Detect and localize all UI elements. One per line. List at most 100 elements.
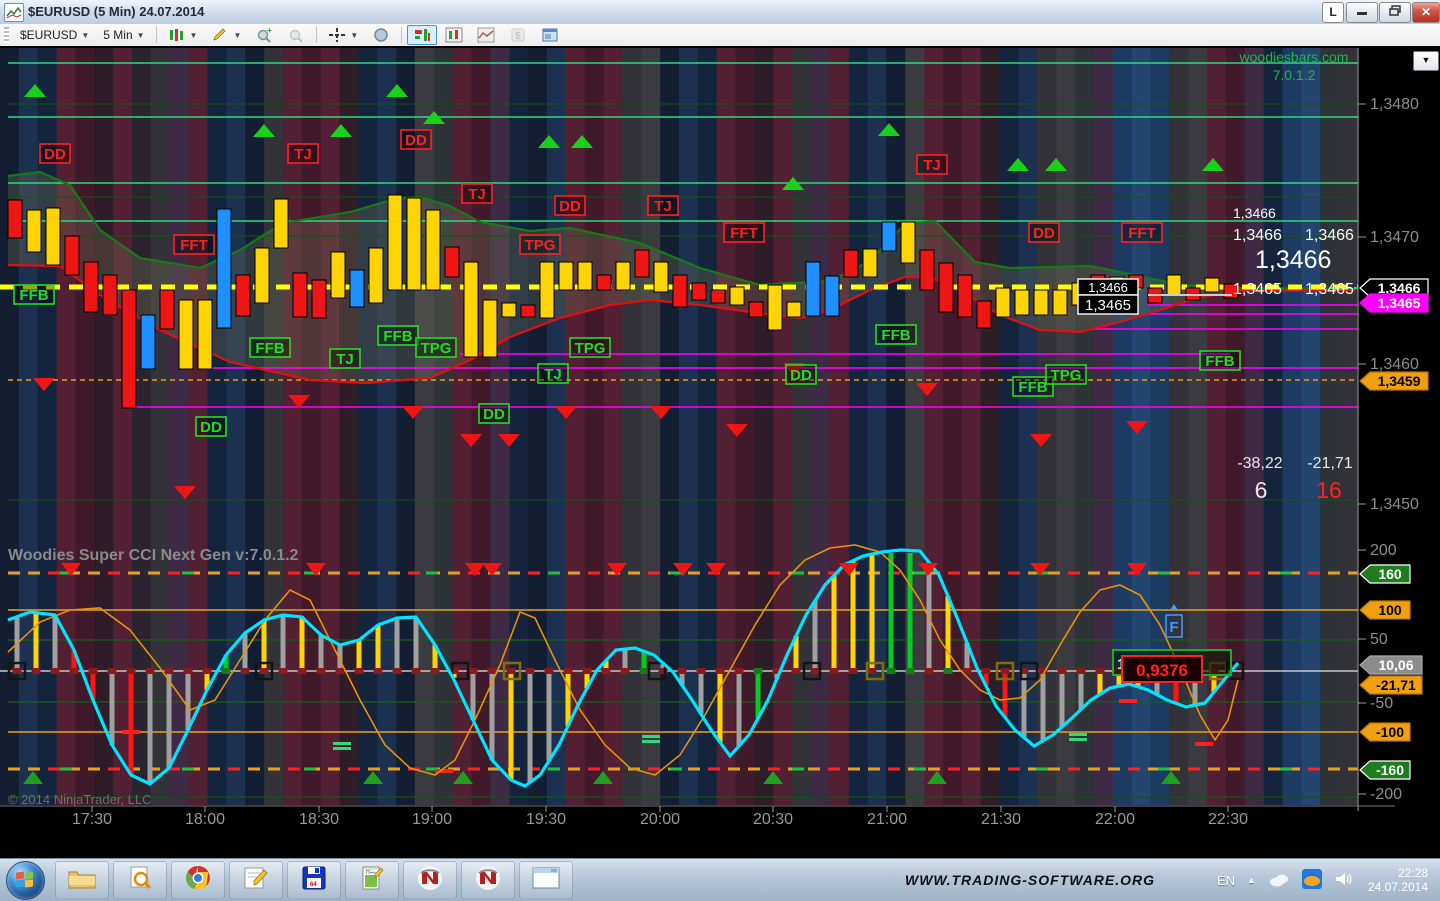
- cci-histogram-bar: [889, 553, 894, 671]
- background-stripe: [604, 48, 623, 805]
- cci-zero-square: [488, 668, 497, 674]
- taskbar-app-ninjatrader-2[interactable]: [461, 861, 515, 899]
- candle: [274, 199, 288, 248]
- candle: [540, 262, 554, 318]
- background-stripe: [641, 48, 660, 805]
- chart-toolbar: $EURUSD▼ 5 Min▼ ▼ ▼ + ▼ $: [0, 24, 1440, 47]
- cci-zero-square: [146, 668, 155, 674]
- taskbar-app-chrome[interactable]: [171, 861, 225, 899]
- time-axis-label: 22:30: [1208, 811, 1248, 828]
- zoom-out-button[interactable]: [281, 25, 311, 45]
- tray-expand-icon[interactable]: ▲: [1247, 875, 1256, 885]
- language-indicator[interactable]: EN: [1217, 873, 1235, 888]
- time-axis-label: 19:00: [412, 811, 452, 828]
- lock-button[interactable]: L: [1322, 2, 1344, 23]
- cci-zero-square: [887, 668, 896, 674]
- cci-histogram-bar: [34, 613, 39, 671]
- cloud-icon[interactable]: [1268, 871, 1290, 890]
- chevron-down-icon: ▼: [81, 31, 89, 40]
- background-stripe: [792, 48, 811, 805]
- background-stripe: [1301, 48, 1320, 805]
- start-button[interactable]: [6, 861, 45, 900]
- price-readout: 1,3466: [1305, 227, 1354, 244]
- background-stripe: [660, 48, 679, 805]
- cci-red-value: 0,9376: [1136, 661, 1188, 680]
- time-axis-label: 18:30: [299, 811, 339, 828]
- candle: [426, 210, 440, 290]
- taskbar-app-search[interactable]: [113, 861, 167, 899]
- system-tray: EN ▲ 22:28 24.07.2014: [1211, 859, 1436, 901]
- chart-type-line-button[interactable]: [471, 25, 501, 45]
- cci-zero-square: [89, 668, 98, 674]
- folder-icon: [67, 866, 97, 895]
- time-axis-label: 20:30: [753, 811, 793, 828]
- chart-type-line-icon: [477, 27, 495, 43]
- cci-histogram-bar: [547, 671, 552, 761]
- clock[interactable]: 22:28 24.07.2014: [1368, 866, 1428, 894]
- draw-tool-button[interactable]: ▼: [205, 25, 247, 45]
- price-axis-label: 1,3460: [1370, 356, 1419, 373]
- restore-button[interactable]: [1379, 2, 1411, 23]
- zoom-in-button[interactable]: +: [249, 25, 279, 45]
- cci-histogram-bar: [946, 596, 951, 671]
- taskbar-app-ninjatrader-1[interactable]: [403, 861, 457, 899]
- cci-zero-square: [830, 668, 839, 674]
- price-readout: 1,3465: [1305, 281, 1354, 298]
- candle: [331, 252, 345, 298]
- background-stripe: [811, 48, 830, 805]
- cci-zero-square: [811, 668, 820, 674]
- cci-zero-square: [982, 668, 991, 674]
- cci-zero-square: [355, 668, 364, 674]
- taskbar-app-window[interactable]: [519, 861, 573, 899]
- magnify-button[interactable]: [366, 25, 396, 45]
- pattern-label: DD: [483, 406, 505, 423]
- axis-price-tag-label: 1,3465: [1378, 295, 1421, 311]
- candle: [578, 262, 592, 290]
- pattern-label: FFT: [1128, 225, 1156, 242]
- chart-dropdown-button[interactable]: ▼: [1413, 51, 1439, 71]
- pattern-label: FFB: [1018, 379, 1047, 396]
- price-readout: 1,3466: [1233, 227, 1282, 244]
- weather-tray-icon[interactable]: [1302, 869, 1322, 892]
- panel-button[interactable]: [535, 25, 565, 45]
- chart-canvas[interactable]: DDTJDDTJDDTJFFTTPGFFTTJDDFFTFFBFFBTJFFBT…: [0, 46, 1440, 858]
- candle: [27, 210, 41, 252]
- cci-panel-title: Woodies Super CCI Next Gen v:7.0.1.2: [8, 547, 299, 564]
- cci-histogram-bar: [376, 625, 381, 671]
- chart-type-candles-button[interactable]: [439, 25, 469, 45]
- cci-histogram-bar: [737, 671, 742, 746]
- pattern-label: FFB: [255, 340, 284, 357]
- cci-green-tick: [1069, 738, 1087, 741]
- candle: [882, 222, 896, 251]
- dollar-button[interactable]: $: [503, 25, 533, 45]
- chart-type-bars-button[interactable]: [407, 25, 437, 45]
- cci-zero-square: [317, 668, 326, 674]
- background-stripe: [773, 48, 792, 805]
- crosshair-button[interactable]: ▼: [322, 25, 364, 45]
- axis-price-tag-label: -21,71: [1376, 677, 1416, 693]
- pattern-label: TJ: [294, 146, 312, 163]
- candle: [996, 288, 1010, 317]
- cci-zero-square: [279, 668, 288, 674]
- chart-area[interactable]: DDTJDDTJDDTJFFTTPGFFTTJDDFFTFFBFFBTJFFBT…: [0, 46, 1440, 858]
- instrument-selector[interactable]: $EURUSD▼: [14, 26, 95, 44]
- minimize-button[interactable]: [1346, 2, 1378, 23]
- cci-zero-square: [1096, 668, 1105, 674]
- candle: [939, 263, 953, 312]
- cci-histogram-bar: [870, 554, 875, 671]
- candle: [160, 290, 174, 329]
- interval-selector[interactable]: 5 Min▼: [97, 26, 150, 44]
- candle: [103, 275, 117, 315]
- taskbar-app-editor[interactable]: Π++: [345, 861, 399, 899]
- bars-style-button[interactable]: ▼: [162, 25, 204, 45]
- cci-green-tick: [333, 747, 351, 750]
- volume-icon[interactable]: [1334, 871, 1354, 890]
- cci-histogram-bar: [53, 615, 58, 671]
- taskbar-app-notepad[interactable]: [229, 861, 283, 899]
- taskbar-app-explorer[interactable]: [55, 861, 109, 899]
- toolbar-drag-handle[interactable]: [4, 27, 9, 43]
- taskbar-app-floppy[interactable]: 64: [287, 861, 341, 899]
- pattern-label: FFB: [383, 328, 412, 345]
- close-button[interactable]: ✕: [1412, 2, 1440, 23]
- tooltip-ask: 1,3465: [1085, 297, 1131, 314]
